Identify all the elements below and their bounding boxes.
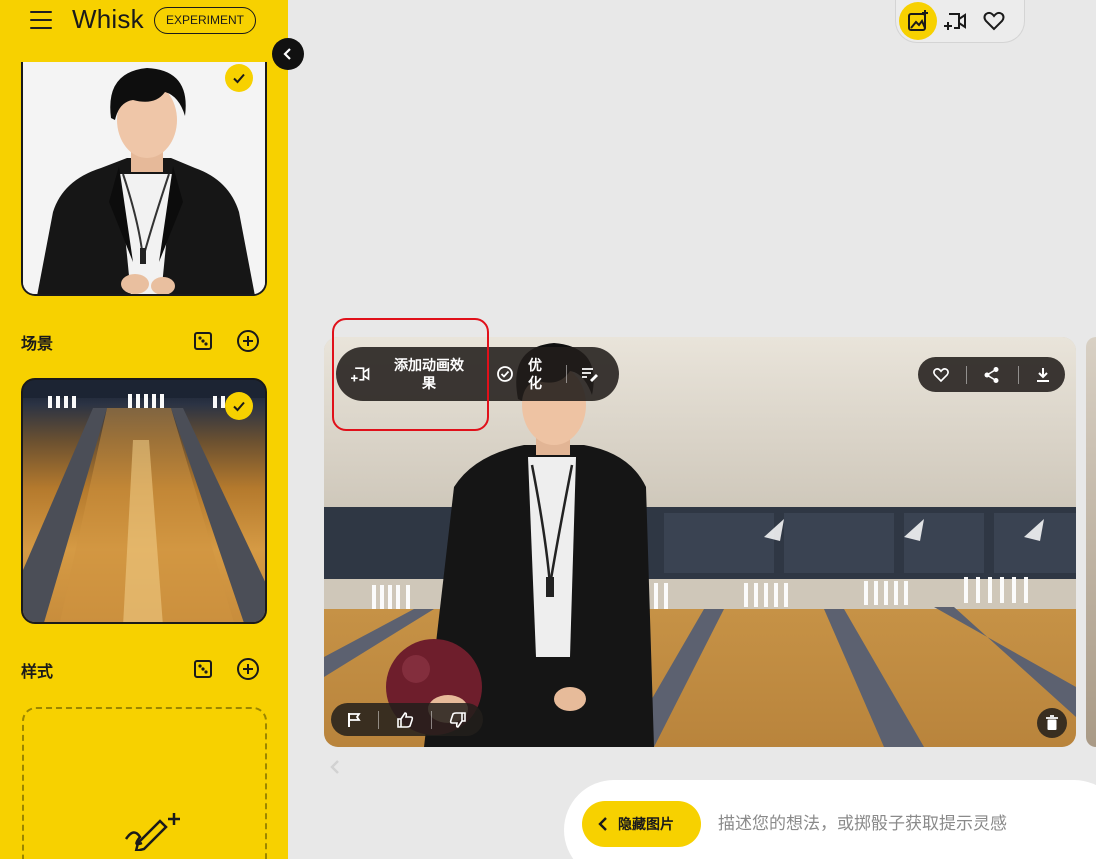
app-logo: Whisk — [72, 4, 144, 34]
subject-image — [23, 62, 265, 294]
thumbs-down-button[interactable] — [449, 711, 467, 729]
chevron-left-icon[interactable] — [329, 760, 341, 774]
feedback-separator — [430, 710, 432, 729]
delete-button[interactable] — [1037, 708, 1067, 738]
scene-add-icon[interactable] — [236, 329, 260, 353]
menu-icon[interactable] — [30, 11, 52, 29]
sidebar: Whisk EXPERIMENT 场景 样式 — [0, 0, 288, 859]
scene-selected-check-icon[interactable] — [225, 392, 253, 420]
video-add-icon — [351, 367, 370, 382]
animate-button[interactable]: 添加动画效 果 — [336, 356, 486, 392]
pencil-sparkle-icon[interactable] — [122, 807, 192, 851]
animate-label-line1: 添加动画效 — [394, 357, 464, 373]
download-icon — [1036, 367, 1049, 382]
refine-button[interactable]: 优 化 — [486, 356, 566, 392]
generated-image-card[interactable]: 添加动画效 果 优 化 — [324, 337, 1076, 747]
prompt-input[interactable] — [718, 808, 1078, 840]
report-button[interactable] — [347, 712, 362, 728]
top-toolbar — [895, 0, 1025, 43]
refine-label-line1: 优 — [528, 357, 542, 373]
style-drop-zone[interactable] — [22, 707, 267, 859]
trash-icon — [1046, 715, 1058, 730]
video-mode-button[interactable] — [937, 2, 975, 40]
action-separator — [966, 365, 968, 384]
scene-image-card[interactable] — [21, 378, 267, 624]
collapse-sidebar-button[interactable] — [272, 38, 304, 70]
share-button[interactable] — [983, 366, 1001, 384]
whisk-app: Whisk EXPERIMENT 场景 样式 添加动画效 果 优 化 隐藏图片 … — [0, 0, 1096, 859]
hide-images-label: 隐藏图片 — [618, 816, 674, 832]
subject-selected-check-icon[interactable] — [225, 64, 253, 92]
style-section-title: 样式 — [21, 664, 54, 681]
heart-icon — [983, 11, 1005, 31]
style-dice-icon[interactable] — [192, 658, 214, 680]
refine-label-line2: 化 — [528, 375, 542, 391]
image-actions-pill: 添加动画效 果 优 化 — [336, 347, 619, 401]
edit-text-icon — [582, 368, 598, 382]
video-add-icon — [944, 13, 966, 30]
download-button[interactable] — [1035, 367, 1051, 383]
chevron-left-icon — [598, 817, 607, 831]
heart-icon — [933, 367, 950, 382]
refine-check-icon — [497, 366, 513, 382]
share-icon — [984, 366, 999, 383]
subject-image-card[interactable] — [21, 62, 267, 296]
image-add-icon — [908, 10, 928, 31]
thumbs-up-icon — [397, 711, 414, 728]
edit-prompt-button[interactable] — [567, 366, 599, 382]
experiment-badge: EXPERIMENT — [154, 7, 257, 34]
flag-icon — [348, 712, 362, 727]
feedback-actions — [331, 703, 483, 736]
scene-dice-icon[interactable] — [192, 330, 214, 352]
favorite-button[interactable] — [932, 366, 950, 384]
hide-images-button[interactable]: 隐藏图片 — [582, 801, 701, 847]
image-mode-button[interactable] — [899, 2, 937, 40]
action-separator — [1017, 365, 1019, 384]
collapse-chevron-icon — [283, 48, 291, 60]
thumbs-down-icon — [449, 711, 466, 728]
feedback-separator — [378, 710, 380, 729]
next-image-card-peek[interactable] — [1086, 337, 1096, 747]
thumbs-up-button[interactable] — [396, 711, 414, 729]
scene-section-title: 场景 — [21, 336, 54, 353]
style-add-icon[interactable] — [236, 657, 260, 681]
animate-label-line2: 果 — [422, 375, 436, 391]
favorites-button[interactable] — [975, 2, 1013, 40]
image-share-actions — [918, 357, 1065, 392]
